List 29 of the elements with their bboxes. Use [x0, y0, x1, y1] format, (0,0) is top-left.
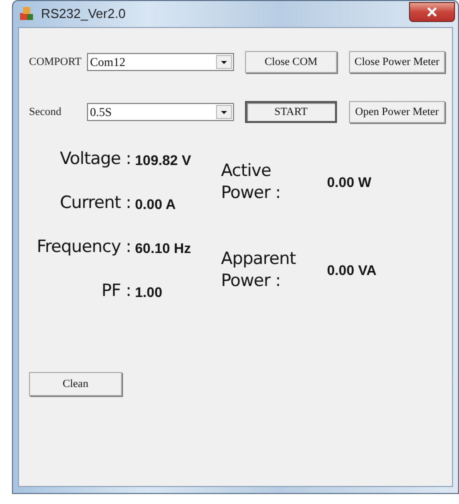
field-label: Second — [29, 104, 62, 120]
power-meter-button[interactable]: Close Power Meter — [349, 51, 445, 73]
reading-value: 1.00 — [135, 282, 162, 302]
action-button[interactable]: Close COM — [245, 51, 337, 73]
power-meter-button[interactable]: Open Power Meter — [349, 101, 445, 123]
clean-button[interactable]: Clean — [29, 372, 122, 396]
close-button[interactable] — [409, 2, 455, 22]
power-value: 0.00 VA — [327, 260, 377, 280]
window-title: RS232_Ver2.0 — [41, 5, 126, 24]
power-label: Power : — [221, 270, 282, 292]
action-button[interactable]: START — [245, 101, 337, 123]
power-label: Apparent — [221, 248, 297, 270]
reading-value: 0.00 A — [135, 194, 176, 214]
reading-label: PF : — [100, 280, 132, 304]
reading-value: 60.10 Hz — [135, 238, 192, 258]
close-icon — [427, 6, 437, 16]
dropdown-value: 0.5S — [89, 106, 113, 118]
power-label: Power : — [221, 182, 282, 204]
power-label: Active — [221, 160, 272, 182]
field-label: COMPORT — [29, 54, 83, 70]
reading-label: Voltage : — [58, 148, 132, 172]
dropdown[interactable]: Com12 — [87, 53, 234, 71]
reading-value: 109.82 V — [135, 150, 192, 170]
dropdown-value: Com12 — [89, 56, 126, 68]
dropdown[interactable]: 0.5S — [87, 103, 234, 121]
app-icon — [19, 6, 35, 22]
power-value: 0.00 W — [327, 172, 372, 192]
reading-label: Current : — [58, 192, 132, 216]
reading-label: Frequency : — [36, 236, 132, 260]
